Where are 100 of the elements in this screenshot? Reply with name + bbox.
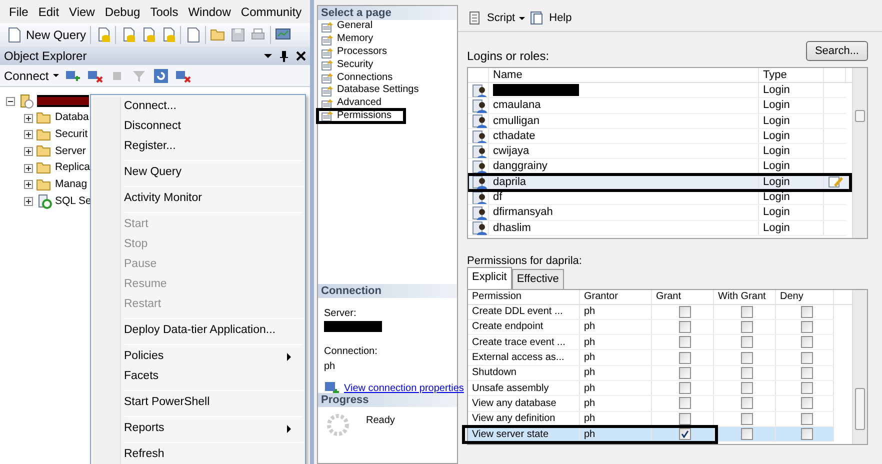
menu-item[interactable]: Window bbox=[183, 2, 236, 20]
tree-item[interactable]: Server bbox=[55, 144, 86, 160]
page-item[interactable]: Processors bbox=[318, 46, 457, 58]
login-row[interactable]: cwijaya Login bbox=[468, 144, 846, 160]
login-row[interactable]: dfirmansyah Login bbox=[468, 205, 846, 221]
checkbox[interactable] bbox=[740, 412, 752, 425]
menu-item[interactable]: Facets bbox=[93, 367, 303, 387]
login-row[interactable]: cthadate Login bbox=[468, 128, 846, 144]
checkbox[interactable] bbox=[800, 397, 812, 410]
checkbox[interactable] bbox=[800, 306, 812, 318]
help-button[interactable]: Help bbox=[529, 10, 572, 26]
pin-icon[interactable] bbox=[278, 50, 290, 62]
checkbox[interactable] bbox=[740, 306, 752, 318]
permission-row[interactable]: Shutdown ph bbox=[468, 366, 834, 381]
permission-row[interactable]: Create DDL event ... ph bbox=[468, 304, 834, 320]
caret-icon[interactable] bbox=[519, 16, 526, 20]
save-icon[interactable] bbox=[230, 27, 246, 43]
folder-icon[interactable] bbox=[210, 27, 226, 43]
page-item[interactable]: Database Settings bbox=[318, 84, 457, 97]
menu-item[interactable]: Debug bbox=[100, 2, 146, 20]
new-query-icon[interactable] bbox=[6, 27, 22, 43]
collapse-icon[interactable] bbox=[6, 96, 15, 106]
tree-item[interactable]: Databa bbox=[55, 110, 89, 126]
expand-icon[interactable] bbox=[24, 164, 33, 173]
dropdown-icon[interactable] bbox=[264, 53, 272, 59]
menu-item[interactable]: New Query bbox=[93, 163, 303, 183]
tree-item[interactable]: Replica bbox=[55, 160, 90, 176]
expand-icon[interactable] bbox=[24, 146, 33, 156]
menu-item[interactable]: Disconnect bbox=[93, 117, 303, 137]
login-row[interactable]: cmaulana Login bbox=[468, 98, 846, 114]
expand-icon[interactable] bbox=[24, 130, 33, 140]
connect-button[interactable]: Connect bbox=[4, 66, 59, 84]
login-row[interactable]: daprila Login bbox=[468, 174, 850, 190]
checkbox[interactable] bbox=[800, 382, 812, 394]
checkbox[interactable] bbox=[800, 412, 812, 425]
properties-link[interactable]: View connection properties bbox=[344, 380, 464, 396]
page-item[interactable]: General bbox=[318, 20, 457, 33]
checkbox[interactable] bbox=[740, 320, 752, 333]
checkbox[interactable] bbox=[800, 320, 812, 333]
refresh-icon[interactable] bbox=[152, 68, 169, 84]
page-item[interactable]: Permissions bbox=[318, 110, 404, 122]
checkbox[interactable] bbox=[678, 382, 690, 394]
menu-item[interactable]: Deploy Data-tier Application... bbox=[93, 321, 303, 341]
menu-item[interactable]: Start PowerShell bbox=[93, 393, 303, 413]
checkbox[interactable] bbox=[678, 397, 690, 410]
checkbox[interactable] bbox=[678, 320, 690, 333]
tree-item[interactable]: Securit bbox=[55, 126, 88, 143]
page-item[interactable]: Security bbox=[318, 58, 457, 72]
tree-item[interactable]: Manag bbox=[55, 176, 88, 193]
close-icon[interactable] bbox=[296, 51, 306, 61]
menu-item[interactable]: File bbox=[4, 2, 34, 20]
expand-icon[interactable] bbox=[24, 180, 33, 190]
document-icon[interactable] bbox=[185, 27, 202, 43]
checkbox[interactable] bbox=[740, 336, 752, 348]
tab[interactable]: Explicit bbox=[467, 267, 512, 288]
page-item[interactable]: Memory bbox=[318, 32, 457, 46]
new-query-button[interactable]: New Query bbox=[26, 26, 86, 44]
menu-item[interactable]: Tools bbox=[145, 2, 184, 20]
expand-icon[interactable] bbox=[24, 196, 33, 206]
edit-icon[interactable] bbox=[828, 174, 843, 190]
checkbox[interactable] bbox=[678, 366, 690, 379]
menu-item[interactable]: Refresh bbox=[93, 445, 303, 464]
permission-row[interactable]: Create trace event ... ph bbox=[468, 335, 834, 350]
menu-item[interactable]: Edit bbox=[33, 2, 64, 20]
checkbox[interactable] bbox=[740, 397, 752, 410]
checkbox[interactable] bbox=[678, 428, 690, 440]
permission-row[interactable]: Unsafe assembly ph bbox=[468, 380, 834, 396]
permission-row[interactable]: View any definition ph bbox=[468, 412, 834, 427]
checkbox[interactable] bbox=[800, 366, 812, 379]
permission-row[interactable]: External access as... ph bbox=[468, 350, 834, 366]
expand-icon[interactable] bbox=[24, 114, 33, 123]
tab[interactable]: Effective bbox=[512, 269, 564, 288]
checkbox[interactable] bbox=[800, 428, 812, 440]
menu-item[interactable]: Policies bbox=[93, 347, 303, 367]
page-item[interactable]: Connections bbox=[318, 71, 457, 84]
page-item[interactable]: Advanced bbox=[318, 96, 457, 110]
checkbox[interactable] bbox=[678, 336, 690, 348]
scrollbar[interactable] bbox=[852, 68, 867, 238]
checkbox[interactable] bbox=[740, 366, 752, 379]
menu-item[interactable]: Activity Monitor bbox=[93, 189, 303, 209]
checkbox[interactable] bbox=[678, 352, 690, 364]
checkbox[interactable] bbox=[800, 352, 812, 364]
script-button[interactable]: Script bbox=[467, 10, 516, 26]
login-row[interactable]: dhaslim Login bbox=[468, 220, 846, 236]
checkbox[interactable] bbox=[800, 336, 812, 348]
login-row[interactable]: cmulligan Login bbox=[468, 114, 846, 129]
checkbox[interactable] bbox=[678, 306, 690, 318]
permission-row[interactable]: Create endpoint ph bbox=[468, 320, 834, 336]
scrollbar[interactable] bbox=[852, 290, 867, 444]
login-row[interactable]: Login bbox=[468, 83, 846, 98]
checkbox[interactable] bbox=[740, 382, 752, 394]
menu-item[interactable]: Community bbox=[236, 2, 307, 20]
menu-item[interactable]: View bbox=[64, 2, 100, 20]
menu-item[interactable]: Reports bbox=[93, 419, 303, 439]
checkbox[interactable] bbox=[678, 412, 690, 425]
checkbox[interactable] bbox=[740, 352, 752, 364]
permission-row[interactable]: View any database ph bbox=[468, 396, 834, 412]
login-row[interactable]: df Login bbox=[468, 190, 846, 206]
menu-item[interactable]: Connect... bbox=[93, 97, 303, 117]
search-button[interactable]: Search... bbox=[806, 40, 868, 61]
